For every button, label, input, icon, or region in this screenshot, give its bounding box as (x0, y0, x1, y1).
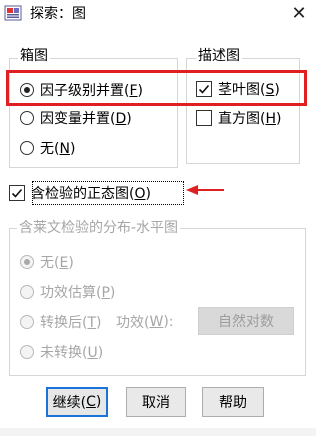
power-label: 功效(W): (116, 314, 174, 331)
help-button[interactable]: 帮助 (202, 387, 264, 417)
option-label: 直方图(H) (218, 111, 282, 127)
cancel-button[interactable]: 取消 (126, 387, 186, 417)
option-label: 无(E) (40, 255, 74, 271)
radio-indicator[interactable] (20, 141, 34, 155)
boxplot-group-title: 箱图 (18, 48, 50, 64)
radio-indicator[interactable] (20, 285, 34, 299)
untransformed-radio[interactable]: 未转换(U) (20, 342, 103, 362)
option-label: 未转换(U) (40, 345, 104, 361)
window-title: 探索：图 (30, 6, 86, 22)
highlight-annotation-box (6, 70, 307, 106)
levene-none-radio[interactable]: 无(E) (20, 252, 74, 272)
boxplot-dependents-radio[interactable]: 因变量并置(D) (20, 108, 132, 128)
radio-indicator[interactable] (20, 345, 34, 359)
descriptive-group-title: 描述图 (196, 48, 242, 64)
boxplot-none-radio[interactable]: 无(N) (20, 138, 75, 158)
power-select[interactable]: 自然对数 (198, 307, 294, 335)
option-label: 无(N) (40, 141, 76, 157)
option-label: 含检验的正态图(O) (31, 186, 151, 202)
levene-group-title: 含莱文检验的分布-水平图 (17, 220, 181, 236)
option-label: 因变量并置(D) (40, 111, 132, 127)
checkmark-icon (11, 188, 23, 198)
radio-indicator[interactable] (20, 255, 34, 269)
close-icon[interactable]: ✕ (287, 3, 311, 25)
bottom-edge (0, 428, 316, 436)
spss-app-icon (4, 4, 22, 22)
option-label: 功效估算(P) (40, 285, 116, 301)
transformed-radio[interactable]: 转换后(T) (20, 312, 102, 332)
continue-button[interactable]: 继续(C) (46, 387, 108, 417)
histogram-checkbox[interactable]: 直方图(H) (196, 108, 281, 128)
power-estimation-radio[interactable]: 功效估算(P) (20, 282, 115, 302)
radio-indicator[interactable] (20, 315, 34, 329)
checkbox-box[interactable] (196, 110, 212, 126)
normality-plots-checkbox[interactable]: 含检验的正态图(O) (9, 183, 151, 203)
option-label: 转换后(T) (40, 315, 102, 331)
checkbox-box[interactable] (9, 185, 25, 201)
radio-indicator[interactable] (20, 111, 34, 125)
red-arrow-icon (186, 184, 226, 196)
